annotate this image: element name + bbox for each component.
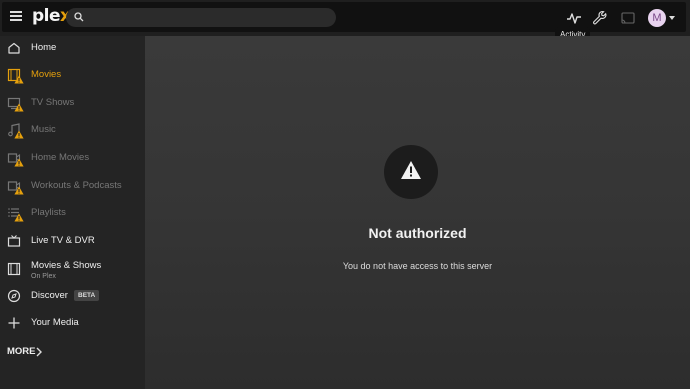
sidebar-item-movies[interactable]: Movies [0,63,145,89]
sidebar-item-your-media[interactable]: Your Media [0,311,145,337]
sidebar-item-home[interactable]: Home [0,36,145,62]
chevron-right-icon[interactable] [35,347,43,357]
more-button[interactable]: MORE [7,346,36,357]
sidebar-item-playlists[interactable]: Playlists [0,201,145,227]
compass-icon [7,289,21,303]
warning-icon [14,213,24,222]
error-title: Not authorized [368,225,467,241]
plus-icon [8,317,20,329]
sidebar-item-workouts-podcasts[interactable]: Workouts & Podcasts [0,174,145,200]
warning-icon [14,186,24,195]
warning-icon [14,158,24,167]
warning-icon [14,130,24,139]
logo-text: ple [32,6,61,26]
search-box[interactable] [66,8,336,27]
sidebar-item-home-movies[interactable]: Home Movies [0,146,145,172]
sidebar-item-label: Discover [31,290,68,301]
sidebar-item-label: Music [31,124,56,135]
sidebar-item-music[interactable]: Music [0,118,145,144]
warning-icon [401,161,421,179]
sidebar-item-label: Playlists [31,207,66,218]
sidebar-item-live-tv[interactable]: Live TV & DVR [0,229,145,255]
main-content: Not authorized You do not have access to… [145,36,690,389]
warning-icon [14,103,24,112]
search-input[interactable] [88,8,328,27]
sidebar-item-label: TV Shows [31,97,75,108]
search-icon [74,12,84,22]
sidebar-item-tv-shows[interactable]: TV Shows [0,91,145,117]
film-icon [7,262,21,276]
warning-icon [14,75,24,84]
sidebar-item-label: Live TV & DVR [31,235,95,246]
sidebar-item-label: Home [31,42,57,53]
home-icon [8,42,20,54]
wrench-icon[interactable] [592,10,608,26]
sidebar-item-label: Movies & Shows [31,260,102,271]
sidebar-item-label: Workouts & Podcasts [31,180,122,191]
chevron-down-icon[interactable] [669,16,675,20]
sidebar-item-sublabel: On Plex [31,273,56,280]
sidebar-item-movies-shows[interactable]: Movies & Shows On Plex [0,255,145,285]
cast-icon[interactable] [620,10,636,26]
live-tv-icon [7,235,21,247]
sidebar-item-label: Movies [31,69,62,80]
error-message: You do not have access to this server [342,261,493,271]
sidebar-item-label: Your Media [31,317,79,328]
beta-badge: BETA [74,290,100,301]
sidebar-item-label: Home Movies [31,152,90,163]
user-avatar[interactable]: M [648,9,666,27]
menu-icon[interactable] [10,11,22,21]
plex-logo[interactable]: plex [32,6,71,26]
warning-badge [384,145,438,199]
sidebar-item-discover[interactable]: Discover BETA [0,284,145,310]
sidebar: Home Movies TV Shows Music Home Movies W… [0,36,145,389]
